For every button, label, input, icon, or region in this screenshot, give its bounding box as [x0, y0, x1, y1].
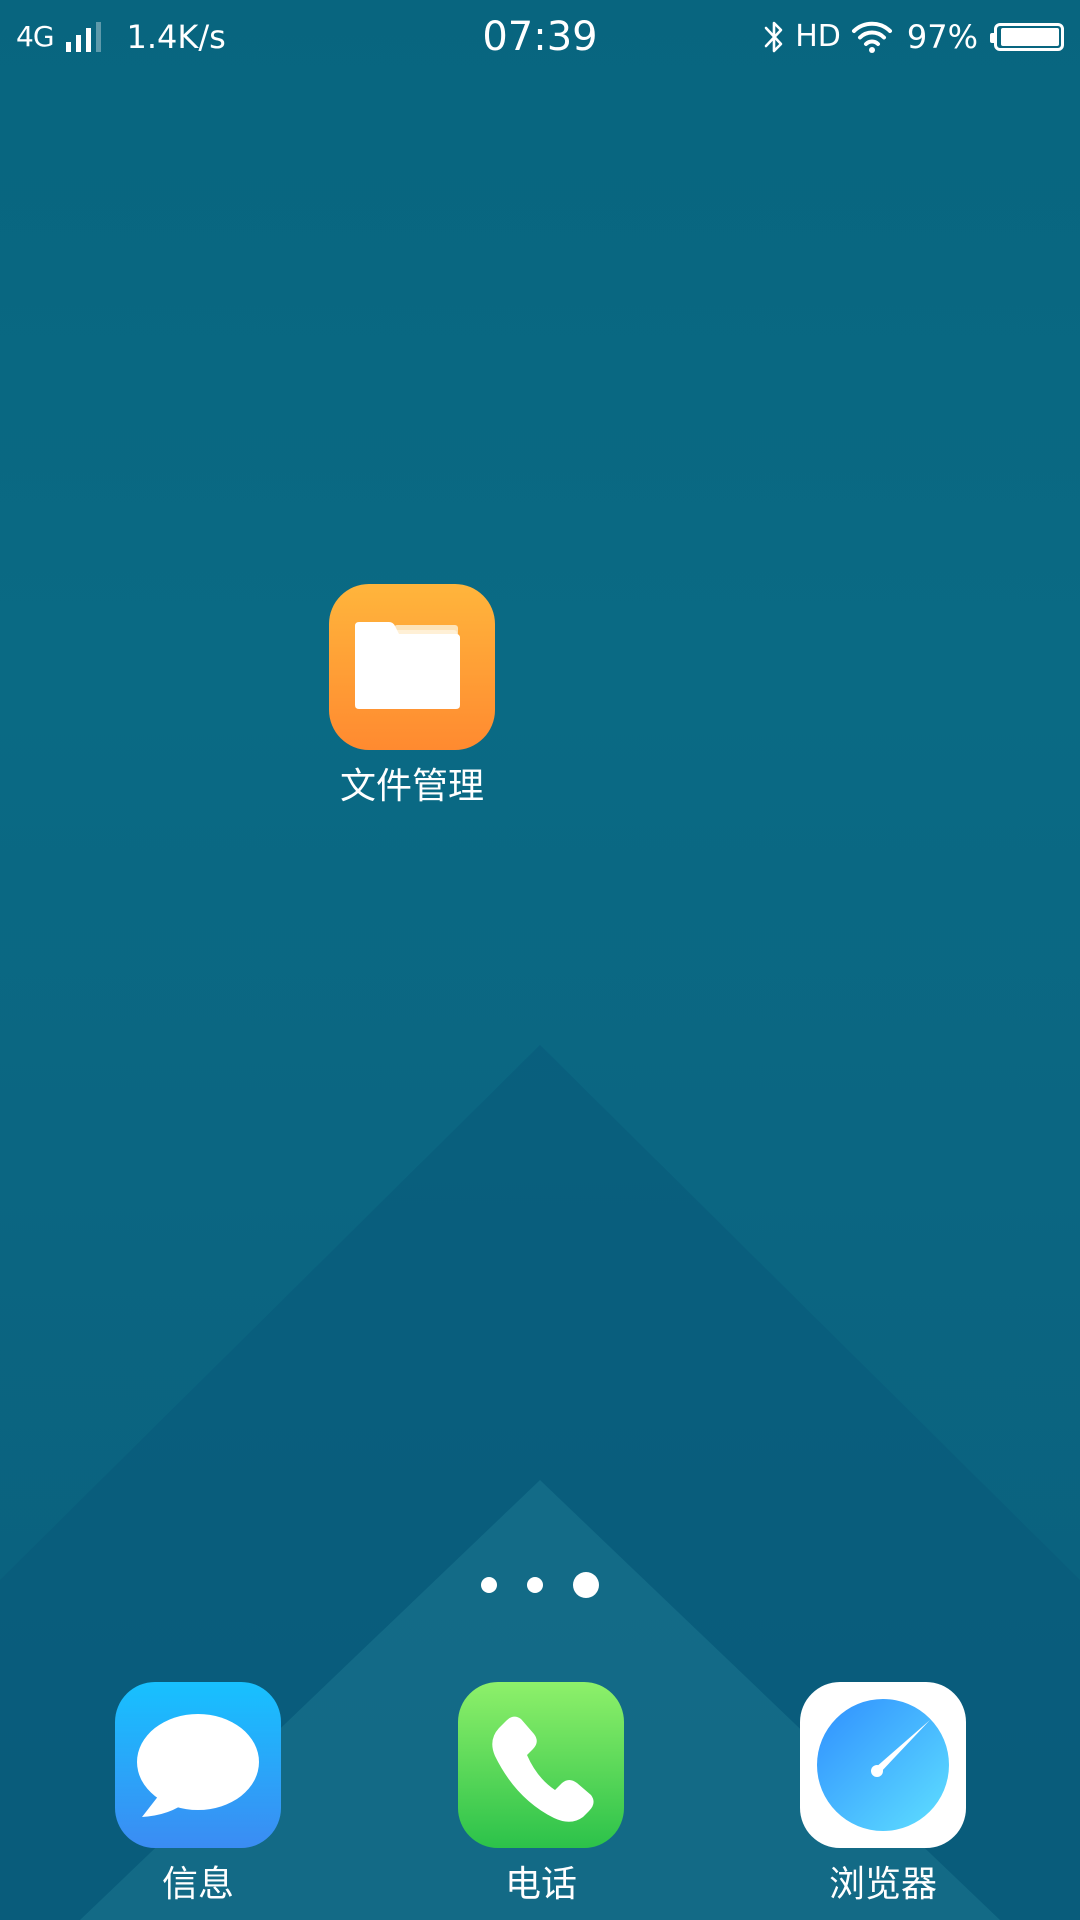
app-label-file-manager: 文件管理	[339, 766, 484, 807]
app-label-messages: 信息	[161, 1864, 234, 1905]
battery-percent-label: 97%	[906, 18, 978, 56]
app-icon-file-manager[interactable]	[329, 584, 495, 750]
app-label-browser: 浏览器	[828, 1864, 937, 1905]
net-speed-label: 1.4K/s	[126, 18, 226, 56]
network-type-label: 4G	[16, 20, 55, 53]
wallpaper	[0, 1045, 1080, 1920]
status-right: HD 97%	[763, 0, 1064, 74]
app-icon-phone[interactable]	[458, 1682, 624, 1848]
dock-app-messages[interactable]: 信息	[98, 1682, 298, 1908]
page-dot-2[interactable]	[527, 1577, 543, 1593]
app-icon-messages[interactable]	[115, 1682, 281, 1848]
compass-icon	[817, 1699, 949, 1831]
status-left: 4G 1.4K/s	[16, 0, 226, 74]
page-indicator[interactable]	[0, 1570, 1080, 1600]
signal-icon	[65, 22, 101, 52]
status-bar: 4G 1.4K/s 07:39 HD 97%	[0, 0, 1080, 74]
bluetooth-icon	[764, 21, 783, 53]
folder-icon	[355, 622, 460, 709]
phone-handset-icon	[492, 1716, 594, 1822]
app-label-phone: 电话	[504, 1864, 577, 1905]
page-dot-3-active[interactable]	[573, 1572, 599, 1598]
page-dot-1[interactable]	[481, 1577, 497, 1593]
dock-app-phone[interactable]: 电话	[441, 1682, 641, 1908]
hd-label: HD	[795, 19, 841, 54]
battery-level-fill	[1001, 28, 1059, 46]
app-icon-browser[interactable]	[800, 1682, 966, 1848]
app-file-manager[interactable]: 文件管理	[312, 584, 512, 810]
battery-icon	[990, 23, 1064, 51]
message-bubble-icon	[137, 1714, 259, 1817]
wifi-icon	[851, 21, 892, 53]
dock-app-browser[interactable]: 浏览器	[783, 1682, 983, 1908]
